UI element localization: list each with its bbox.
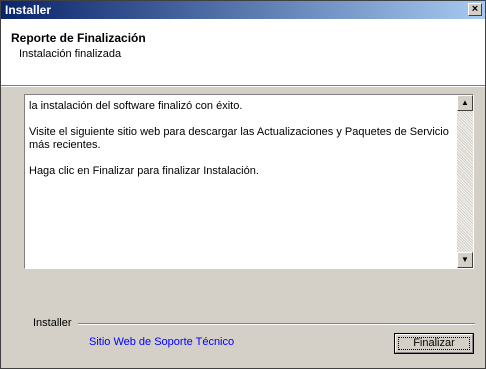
header-divider — [1, 85, 485, 87]
report-line: Haga clic en Finalizar para finalizar In… — [29, 165, 259, 177]
close-icon: × — [471, 3, 479, 15]
finish-button-label: Finalizar — [413, 337, 455, 349]
title-bar[interactable]: Installer × — [1, 1, 485, 19]
scroll-down-button[interactable]: ▼ — [457, 252, 473, 268]
group-divider — [78, 323, 475, 325]
support-website-link[interactable]: Sitio Web de Soporte Técnico — [89, 336, 234, 348]
scroll-up-button[interactable]: ▲ — [457, 95, 473, 111]
installer-window: Installer × Reporte de Finalización Inst… — [0, 0, 486, 369]
header-panel: Reporte de Finalización Instalación fina… — [1, 19, 485, 85]
report-line: la instalación del software finalizó con… — [29, 100, 243, 112]
page-title: Reporte de Finalización — [11, 31, 146, 45]
scroll-down-arrow-icon: ▼ — [461, 255, 469, 264]
report-textbox[interactable]: la instalación del software finalizó con… — [24, 94, 474, 269]
report-text: la instalación del software finalizó con… — [26, 96, 456, 267]
report-line: Visite el siguiente sitio web para desca… — [29, 126, 449, 151]
group-label: Installer — [33, 317, 72, 329]
page-subtitle: Instalación finalizada — [19, 48, 122, 60]
scroll-up-arrow-icon: ▲ — [461, 98, 469, 107]
close-button[interactable]: × — [468, 3, 482, 16]
finish-button[interactable]: Finalizar — [394, 333, 474, 354]
window-title: Installer — [5, 3, 52, 17]
vertical-scrollbar[interactable]: ▲ ▼ — [457, 95, 473, 268]
